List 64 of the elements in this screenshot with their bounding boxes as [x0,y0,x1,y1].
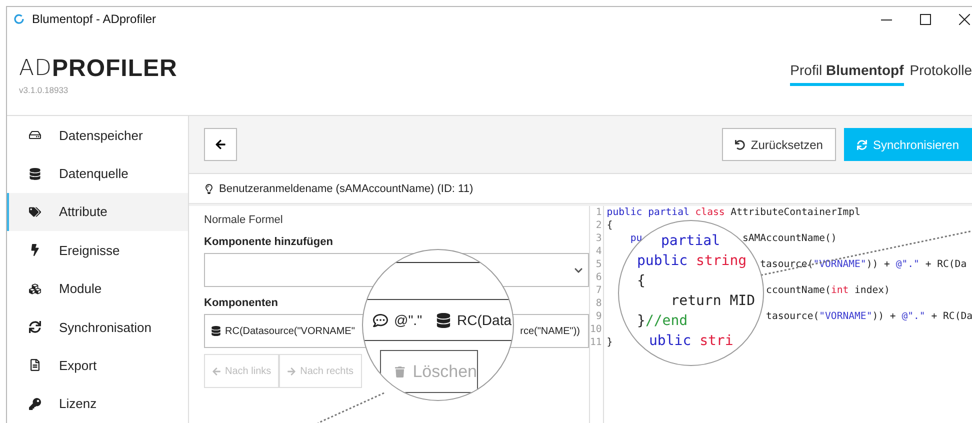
document-icon [29,359,41,372]
window-title: Blumentopf - ADprofiler [32,12,156,26]
line-number: 9 [596,310,602,323]
app-icon [13,13,25,25]
header-tab[interactable]: Profil Blumentopf [790,62,904,86]
code-text: public partial class AttributeContainerImpl [606,206,860,219]
drive-icon [29,129,41,142]
line-number: 4 [596,245,602,258]
code-text: }//end [637,312,688,331]
line-number: 11 [590,336,602,349]
code-text: tasource("VORNAME")) + @"." + RC(Da [760,258,967,271]
trash-icon [395,364,405,378]
component-text: RC(Data [457,312,512,328]
header-tab[interactable]: Protokolle [910,62,972,86]
cubes-icon [29,282,41,295]
lightbulb-icon [204,184,214,194]
code-text: sAMAccountName() [742,232,837,245]
code-text: partial [661,232,720,251]
database-icon [211,326,221,336]
comment-icon [373,312,388,328]
back-button[interactable] [204,128,237,161]
line-number: 10 [590,323,602,336]
arrow-left-icon [215,139,226,150]
sync-icon [856,140,867,150]
reset-button[interactable]: Zurücksetzen [722,128,836,161]
line-number: 2 [596,219,602,232]
line-number: 7 [596,284,602,297]
code-text: { [606,219,613,232]
code-text: pu [629,232,642,245]
line-number: 3 [596,232,602,245]
database-icon [29,168,41,180]
component-text: @"." [394,312,422,328]
code-text: ccountName(int index) [766,284,890,297]
tags-icon [29,206,41,218]
line-number: 1 [596,206,602,219]
sidebar-item[interactable]: Attribute [7,192,188,232]
code-text: ublic stri [649,332,734,351]
close-icon[interactable] [959,14,970,24]
logo: ADPROFILER [19,57,178,81]
maximize-icon[interactable] [920,14,931,24]
line-number: 5 [596,258,602,271]
line-number: 8 [596,297,602,310]
chevron-down-icon [574,266,583,274]
code-text: } [606,336,613,349]
key-icon [29,398,41,410]
arrow-left-icon [212,366,221,376]
leader-line [318,392,384,423]
attribute-title: Benutzeranmeldename (sAMAccountName) (ID: 11) [219,182,474,194]
code-text: return MID [670,292,756,311]
bolt-icon [29,244,41,256]
line-number: 6 [596,271,602,284]
component-text: RC(Datasource("VORNAME" [225,326,355,336]
code-text: public string [637,252,747,271]
arrow-right-icon [287,366,296,376]
database-icon [436,312,452,328]
formula-mode-label: Normale Formel [204,214,284,226]
code-text: { [637,272,646,291]
sync-icon [29,321,41,334]
components-label: Komponenten [204,297,279,309]
undo-icon [734,140,745,150]
add-component-label: Komponente hinzufügen [204,236,334,248]
version-label: v3.1.0.18933 [19,85,70,95]
component-text: rce("NAME")) [520,326,580,336]
code-text: tasource("VORNAME")) + @"." + RC(Da [766,310,972,323]
